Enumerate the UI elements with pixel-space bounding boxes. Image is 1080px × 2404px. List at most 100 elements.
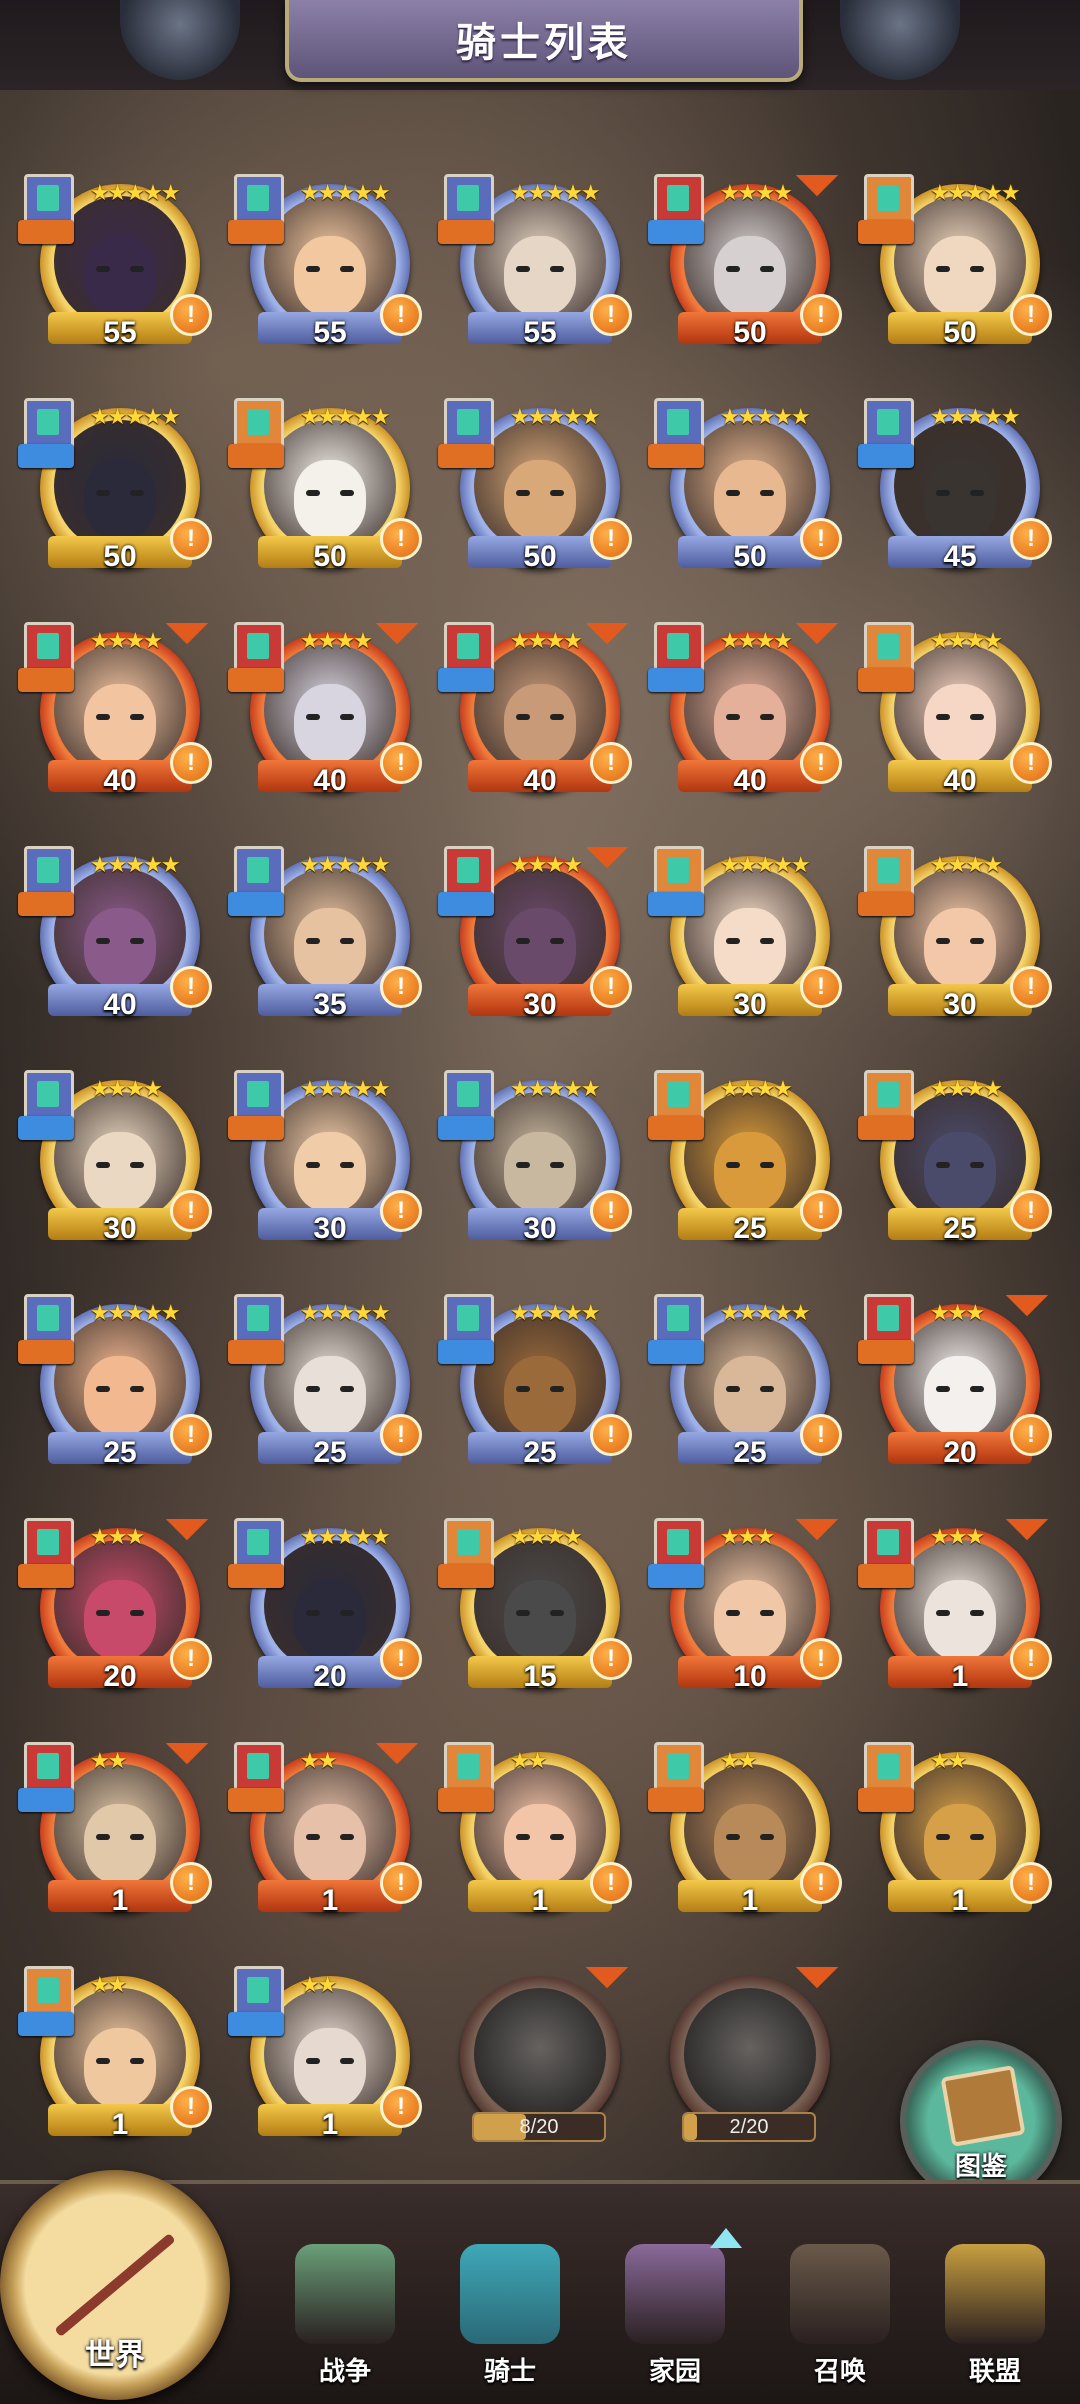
star-rating: ★★★★★ [720,404,811,429]
star-rating: ★★ [90,1748,127,1773]
locked-knight-card[interactable]: 2/20 [652,1945,842,2152]
face-icon [294,1804,366,1884]
knight-card[interactable]: 25! ★★★★★ [228,1290,422,1480]
class-sword-icon [438,1788,494,1812]
rank-badge-icon [444,174,494,226]
face-icon [84,1804,156,1884]
alert-icon: ! [1010,966,1052,1008]
knight-card[interactable]: 40! ★★★★★ [18,842,212,1032]
knight-card[interactable]: 30! ★★★★ [858,842,1052,1032]
face-icon [294,2028,366,2108]
nav-item-war-map[interactable]: 战争 [270,2244,420,2404]
class-sword-icon [438,444,494,468]
eye-icon [726,1386,740,1392]
knight-card[interactable]: 50! ★★★★★ [858,170,1052,360]
locked-knight-card[interactable]: 8/20 [442,1945,632,2152]
knight-card[interactable]: 1! ★★ [438,1738,632,1928]
class-sword-icon [858,1116,914,1140]
nav-item-train[interactable]: 召唤 [765,2244,915,2404]
knight-card[interactable]: 25! ★★★★★ [648,1290,842,1480]
knight-card[interactable]: 55! ★★★★★ [438,170,632,360]
eye-icon [516,1610,530,1616]
face-icon [924,1804,996,1884]
knight-card[interactable]: 15! ★★★★ [438,1514,632,1704]
knight-card[interactable]: 1! ★★★ [858,1497,1052,1704]
knight-card[interactable]: 50! ★★★★★ [648,394,842,584]
knight-card[interactable]: 40! ★★★★ [648,601,842,808]
level-text: 1 [321,2108,339,2141]
knight-card[interactable]: 25! ★★★★★ [18,1290,212,1480]
knight-card[interactable]: 40! ★★★★ [438,601,632,808]
knight-card[interactable]: 40! ★★★★ [858,618,1052,808]
level-text: 35 [313,988,347,1021]
level-text: 1 [741,1884,759,1917]
knight-card[interactable]: 1! ★★ [228,1962,422,2152]
level-text: 20 [943,1436,977,1469]
face-icon [924,1356,996,1436]
knight-card[interactable]: 55! ★★★★★ [18,170,212,360]
level-text: 40 [733,764,767,797]
knight-card[interactable]: 30! ★★★★★ [228,1066,422,1256]
eye-icon [516,490,530,496]
star-rating: ★★★★★ [510,404,601,429]
eye-icon [340,266,354,272]
knight-card[interactable]: 1! ★★ [228,1721,422,1928]
eye-icon [96,938,110,944]
rank-badge-icon [864,1294,914,1346]
rank-badge-icon [654,1294,704,1346]
rank-shape-icon [37,1305,59,1331]
level-text: 45 [943,540,977,573]
knight-card[interactable]: 40! ★★★★ [228,601,422,808]
knight-card[interactable]: 45! ★★★★★ [858,394,1052,584]
nav-item-alliance[interactable]: 联盟 [920,2244,1070,2404]
knight-card[interactable]: 25! ★★★★★ [438,1290,632,1480]
knight-card[interactable]: 50! ★★★★★ [438,394,632,584]
knight-card[interactable]: 20! ★★★ [858,1273,1052,1480]
knight-card[interactable]: 30! ★★★★★ [438,1066,632,1256]
knight-card[interactable]: 20! ★★★ [18,1497,212,1704]
knight-card[interactable]: 50! ★★★★ [648,153,842,360]
alert-icon: ! [170,966,212,1008]
rank-shape-icon [247,1081,269,1107]
knight-card[interactable]: 25! ★★★★ [858,1066,1052,1256]
left-ornament-icon [120,0,240,80]
rank-badge-icon [234,1966,284,2018]
level-text: 40 [103,764,137,797]
rank-badge-icon [444,846,494,898]
eye-icon [516,266,530,272]
nav-item-home[interactable]: 家园 [600,2244,750,2404]
knight-card[interactable]: 40! ★★★★ [18,601,212,808]
nav-label: 战争 [318,2356,371,2386]
knight-card[interactable]: 30! ★★★★ [18,1066,212,1256]
rank-shape-icon [247,409,269,435]
alert-icon: ! [800,742,842,784]
alert-icon: ! [800,1638,842,1680]
knight-card[interactable]: 25! ★★★★ [648,1066,842,1256]
alert-icon: ! [800,1414,842,1456]
world-button[interactable]: 世界 [0,2170,230,2400]
knight-card[interactable]: 20! ★★★★★ [228,1514,422,1704]
class-sword-icon [18,2012,74,2036]
knight-card[interactable]: 35! ★★★★★ [228,842,422,1032]
knight-icon [460,2244,560,2344]
alert-icon: ! [800,294,842,336]
knight-card[interactable]: 50! ★★★★★ [228,394,422,584]
face-icon [714,684,786,764]
knight-card[interactable]: 55! ★★★★★ [228,170,422,360]
knight-card[interactable]: 10! ★★★ [648,1497,842,1704]
codex-button[interactable]: 图鉴 [900,2040,1062,2202]
star-rating: ★★ [300,1972,337,1997]
knight-card[interactable]: 1! ★★ [858,1738,1052,1928]
class-sword-icon [18,1564,74,1588]
knight-card[interactable]: 50! ★★★★★ [18,394,212,584]
knight-card[interactable]: 1! ★★ [18,1721,212,1928]
class-sword-icon [858,892,914,916]
knight-card[interactable]: 30! ★★★★★ [648,842,842,1032]
nav-item-knight[interactable]: 骑士 [435,2244,585,2404]
knight-card[interactable]: 30! ★★★★ [438,825,632,1032]
face-icon [714,1356,786,1436]
knight-card[interactable]: 1! ★★ [18,1962,212,2152]
face-icon [714,1804,786,1884]
knight-card[interactable]: 1! ★★ [648,1738,842,1928]
alert-icon: ! [380,2086,422,2128]
